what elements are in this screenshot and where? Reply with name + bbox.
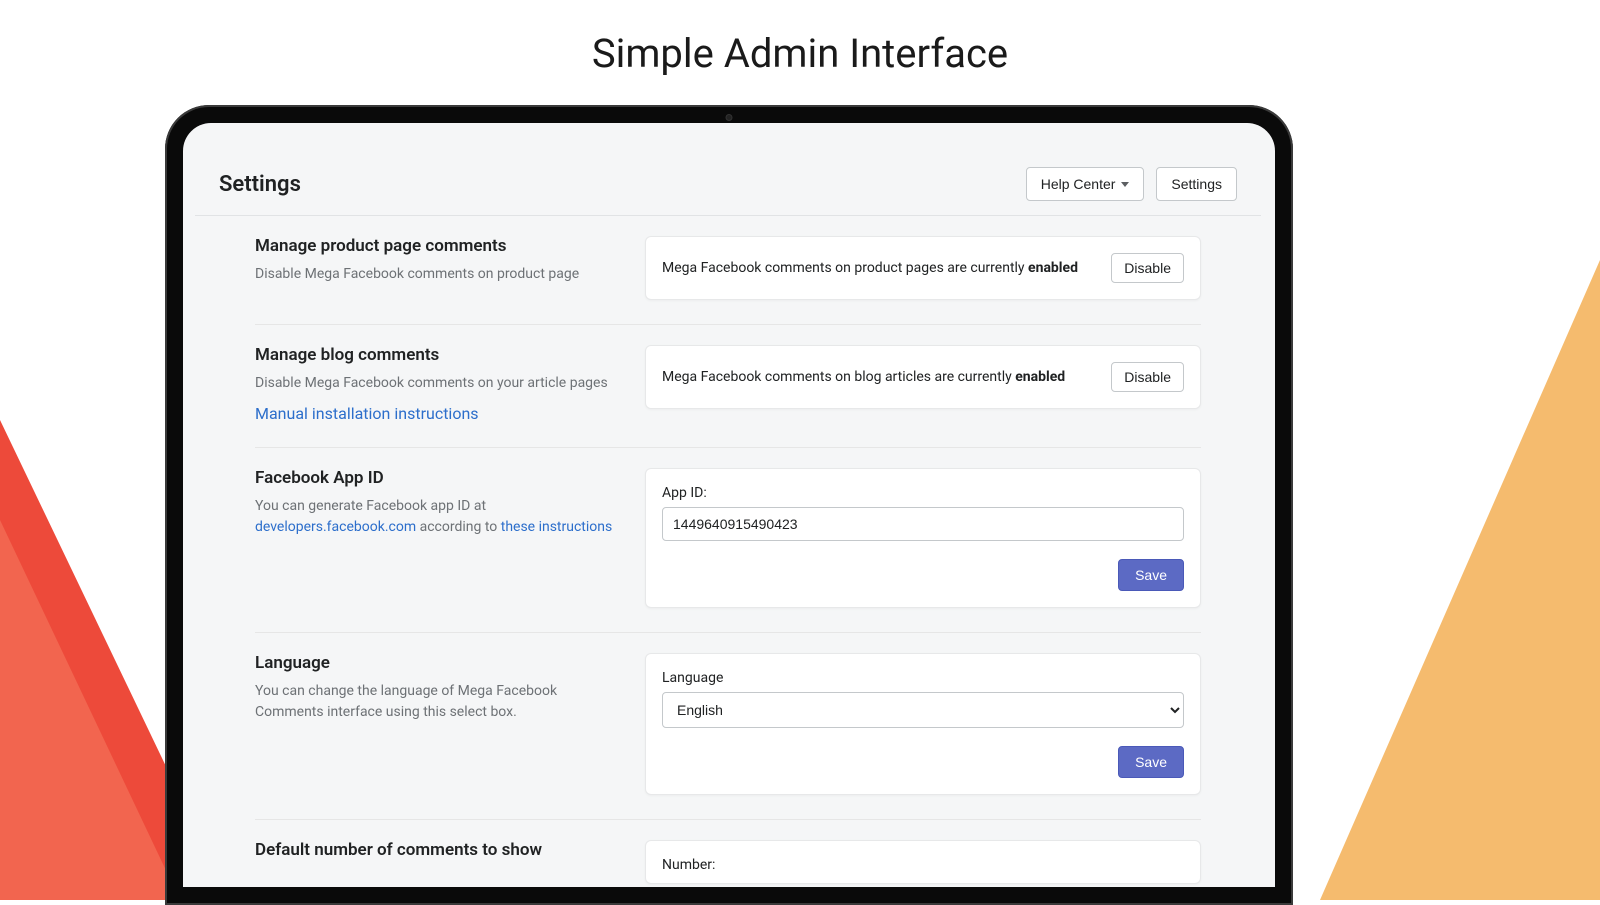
blog-status-value: enabled [1015, 369, 1065, 385]
bg-accent-right [1320, 260, 1600, 900]
disable-blog-comments-button[interactable]: Disable [1111, 362, 1184, 392]
chevron-down-icon [1121, 182, 1129, 187]
admin-page[interactable]: Settings Help Center Settings Manage pro… [195, 153, 1261, 887]
blog-comments-desc: Disable Mega Facebook comments on your a… [255, 373, 615, 394]
save-language-button[interactable]: Save [1118, 746, 1184, 778]
product-comments-status: Mega Facebook comments on product pages … [662, 260, 1078, 276]
page-header: Settings Help Center Settings [195, 153, 1261, 216]
app-id-field-label: App ID: [662, 485, 1184, 501]
product-status-prefix: Mega Facebook comments on product pages … [662, 260, 1028, 276]
help-center-label: Help Center [1041, 176, 1116, 192]
section-language: Language You can change the language of … [255, 633, 1201, 820]
app-id-desc: You can generate Facebook app ID at deve… [255, 496, 615, 538]
product-comments-desc: Disable Mega Facebook comments on produc… [255, 264, 615, 285]
bg-accent-left-inner [0, 520, 180, 900]
product-status-value: enabled [1028, 260, 1078, 276]
laptop-camera-icon [726, 114, 733, 121]
app-id-instructions-link[interactable]: these instructions [501, 519, 613, 535]
app-id-card: App ID: Save [645, 468, 1201, 608]
hero-title: Simple Admin Interface [0, 30, 1600, 77]
blog-comments-title: Manage blog comments [255, 345, 615, 365]
manual-install-link[interactable]: Manual installation instructions [255, 404, 479, 423]
settings-content: Manage product page comments Disable Meg… [195, 216, 1261, 887]
app-id-input[interactable] [662, 507, 1184, 541]
laptop-frame: Settings Help Center Settings Manage pro… [165, 105, 1293, 905]
developers-facebook-link[interactable]: developers.facebook.com [255, 519, 416, 535]
language-field-label: Language [662, 670, 1184, 686]
section-app-id: Facebook App ID You can generate Faceboo… [255, 448, 1201, 633]
language-desc: You can change the language of Mega Face… [255, 681, 615, 723]
app-id-desc-prefix: You can generate Facebook app ID at [255, 498, 486, 514]
language-card: Language English Save [645, 653, 1201, 795]
comment-count-card: Number: [645, 840, 1201, 884]
page-title: Settings [219, 172, 301, 197]
header-actions: Help Center Settings [1026, 167, 1237, 201]
blog-comments-status: Mega Facebook comments on blog articles … [662, 369, 1065, 385]
settings-button[interactable]: Settings [1156, 167, 1237, 201]
save-app-id-button[interactable]: Save [1118, 559, 1184, 591]
product-comments-card: Mega Facebook comments on product pages … [645, 236, 1201, 300]
product-comments-title: Manage product page comments [255, 236, 615, 256]
app-id-title: Facebook App ID [255, 468, 615, 488]
comment-count-field-label: Number: [662, 857, 1184, 873]
laptop-screen: Settings Help Center Settings Manage pro… [183, 123, 1275, 887]
disable-product-comments-button[interactable]: Disable [1111, 253, 1184, 283]
blog-comments-card: Mega Facebook comments on blog articles … [645, 345, 1201, 409]
help-center-button[interactable]: Help Center [1026, 167, 1145, 201]
section-blog-comments: Manage blog comments Disable Mega Facebo… [255, 325, 1201, 448]
blog-status-prefix: Mega Facebook comments on blog articles … [662, 369, 1015, 385]
app-id-desc-mid: according to [416, 519, 501, 535]
section-comment-count: Default number of comments to show Numbe… [255, 820, 1201, 887]
language-select[interactable]: English [662, 692, 1184, 728]
comment-count-title: Default number of comments to show [255, 840, 615, 860]
section-product-comments: Manage product page comments Disable Meg… [255, 216, 1201, 325]
language-title: Language [255, 653, 615, 673]
